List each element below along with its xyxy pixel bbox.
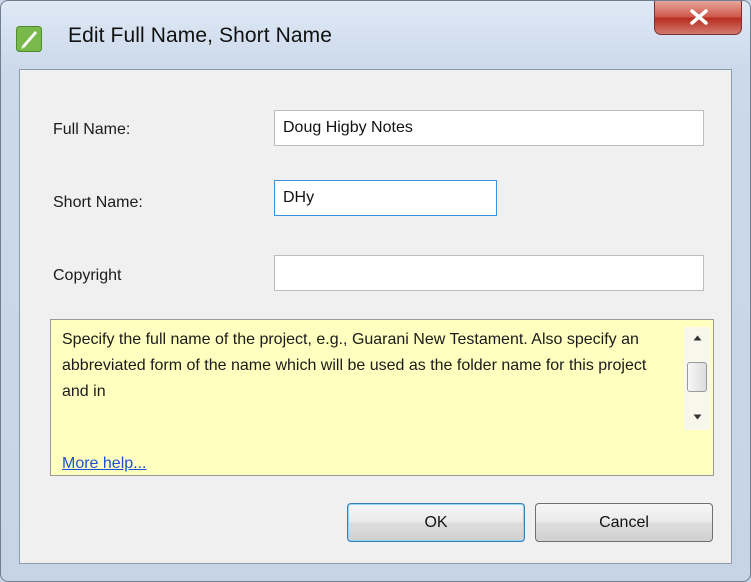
cancel-button[interactable]: Cancel [535,503,713,542]
arrow-up-icon [693,335,702,341]
help-panel: Specify the full name of the project, e.… [50,319,714,476]
copyright-field[interactable] [274,255,704,291]
title-bar[interactable]: Edit Full Name, Short Name [1,1,750,71]
copyright-label: Copyright [53,267,122,284]
help-scrollbar[interactable] [684,327,710,430]
help-text: Specify the full name of the project, e.… [62,331,647,400]
short-name-field[interactable] [274,180,497,216]
dialog-window: Edit Full Name, Short Name Full Name: Sh… [0,0,751,582]
scroll-down-button[interactable] [684,406,710,430]
close-button[interactable] [654,1,742,35]
scroll-up-button[interactable] [684,327,710,351]
short-name-label: Short Name: [53,194,143,211]
scroll-thumb[interactable] [687,362,707,392]
more-help-link[interactable]: More help... [62,455,146,473]
dialog-content: Full Name: Short Name: Copyright Specify… [19,69,732,564]
arrow-down-icon [693,414,702,420]
full-name-field[interactable] [274,110,704,146]
ok-button[interactable]: OK [347,503,525,542]
green-pen-icon [16,26,42,52]
full-name-label: Full Name: [53,121,131,138]
window-title: Edit Full Name, Short Name [68,24,333,47]
close-icon [690,9,708,25]
